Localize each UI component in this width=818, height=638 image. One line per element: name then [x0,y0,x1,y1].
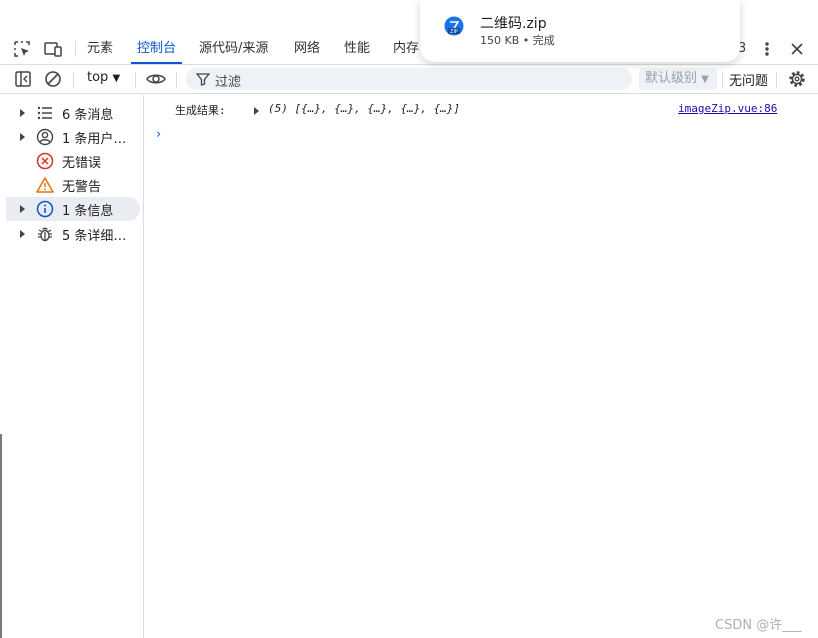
expand-arrow-icon[interactable] [254,107,259,115]
warning-icon [36,176,54,194]
device-toolbar-icon[interactable] [43,39,63,59]
download-status: 150 KB • 完成 [480,34,555,47]
expand-arrow-icon[interactable] [20,205,25,213]
window-edge [0,434,2,638]
issues-counter[interactable]: 无问题 [729,70,768,89]
more-options-icon[interactable] [757,39,777,59]
console-array-preview[interactable]: (5) [{…}, {…}, {…}, {…}, {…}] [268,102,460,115]
sidebar-item-label: 无错误 [62,156,102,171]
divider [75,41,76,57]
tab-elements[interactable]: 元素 [87,34,113,64]
context-label: top [87,70,109,85]
source-link[interactable]: imageZip.vue:86 [678,102,777,115]
sidebar-item-label: 无警告 [62,180,102,195]
zip-file-icon: ZIP [444,16,464,36]
divider [176,72,177,88]
sidebar-item-errors[interactable]: 无错误 [6,149,140,173]
log-levels-label: 默认级别 [645,71,698,86]
clear-console-icon[interactable] [44,70,62,88]
sidebar-item-label: 1 条信息 [62,204,114,219]
sidebar-item-label: 6 条消息 [62,108,114,123]
sidebar-item-info[interactable]: 1 条信息 [6,197,140,221]
divider [776,72,777,88]
inspect-element-icon[interactable] [12,39,32,59]
filter-funnel-icon [195,72,211,86]
sidebar-item-label: 5 条详细… [62,229,127,244]
info-icon [36,200,54,218]
sidebar-item-warnings[interactable]: 无警告 [6,173,140,197]
console-prompt[interactable]: › [156,127,161,142]
filter-input[interactable]: 过滤 [186,68,632,90]
error-icon [36,152,54,170]
tab-sources[interactable]: 源代码/来源 [199,34,268,64]
list-icon [36,104,54,122]
log-levels-dropdown[interactable]: 默认级别 ▼ [639,68,717,90]
close-icon[interactable] [787,39,807,59]
filter-placeholder: 过滤 [215,75,242,90]
expand-arrow-icon[interactable] [20,133,25,141]
user-icon [36,128,54,146]
chevron-down-icon: ▼ [701,74,709,85]
live-expression-eye-icon[interactable] [145,69,167,89]
expand-arrow-icon[interactable] [20,230,25,238]
bug-icon [36,225,54,243]
sidebar-item-verbose[interactable]: 5 条详细… [6,222,140,246]
sidebar-item-label: 1 条用户… [62,132,127,147]
chevron-down-icon: ▼ [112,73,121,84]
sidebar-item-user-messages[interactable]: 1 条用户… [6,125,140,149]
download-bubble[interactable]: ZIP 二维码.zip 150 KB • 完成 [420,0,740,62]
sidebar-toggle-icon[interactable] [14,70,32,88]
tab-performance[interactable]: 性能 [344,34,370,64]
divider [722,72,723,88]
svg-text:ZIP: ZIP [450,29,458,35]
console-message-row[interactable]: 生成结果: (5) [{…}, {…}, {…}, {…}, {…}] imag… [144,97,818,121]
console-message-label: 生成结果: [175,104,226,117]
tab-console[interactable]: 控制台 [130,34,183,64]
settings-gear-icon[interactable] [787,69,807,89]
divider [73,72,74,88]
download-filename: 二维码.zip [480,16,547,32]
sidebar-item-messages[interactable]: 6 条消息 [6,101,140,125]
expand-arrow-icon[interactable] [20,109,25,117]
console-toolbar: top ▼ 过滤 默认级别 ▼ 无问题 [0,65,818,94]
watermark: CSDN @许___ [715,618,802,633]
console-sidebar: 6 条消息 1 条用户… 无错误 无警告 1 条信息 5 条详细… [4,95,144,638]
tab-network[interactable]: 网络 [294,34,320,64]
tab-memory[interactable]: 内存 [393,34,419,64]
divider [135,72,136,88]
context-selector[interactable]: top ▼ [87,70,120,85]
